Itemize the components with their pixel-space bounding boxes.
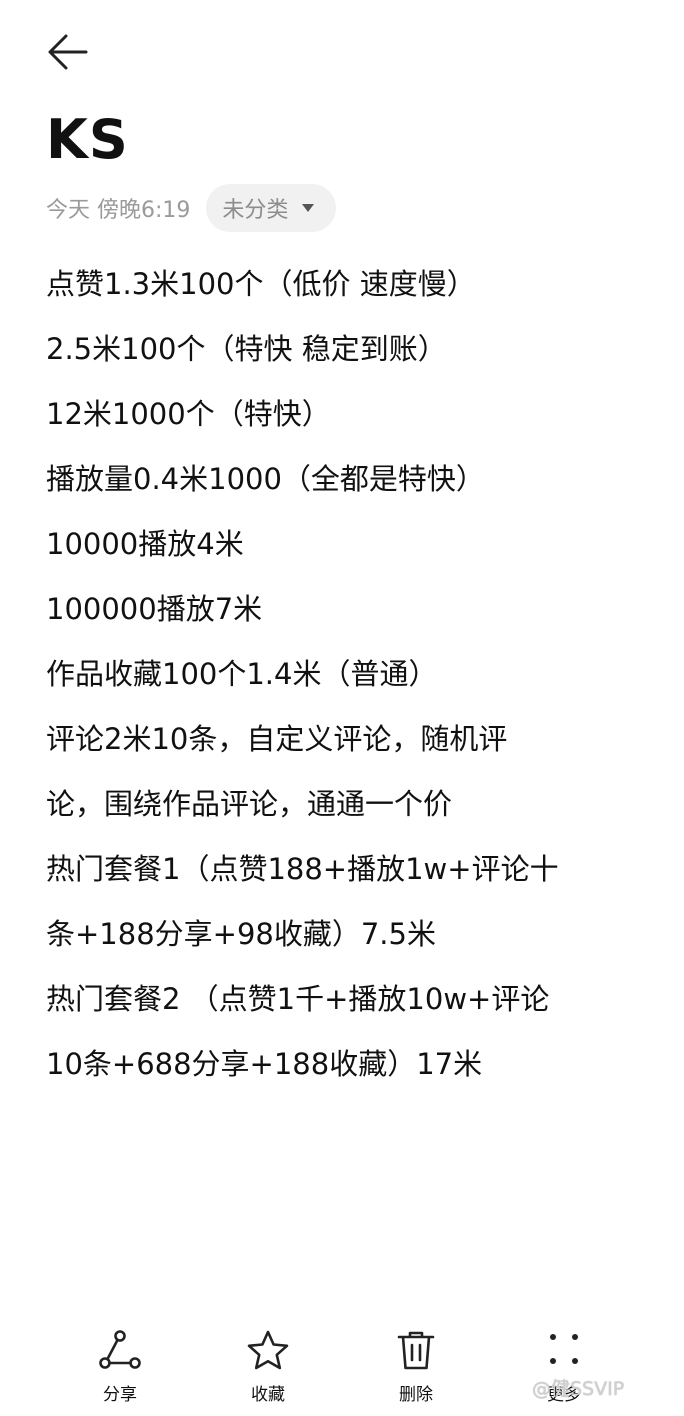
- note-line: 点赞1.3米100个（低价 速度慢）: [46, 267, 476, 301]
- delete-button[interactable]: 删除: [361, 1328, 471, 1408]
- star-icon: [247, 1330, 289, 1370]
- bottom-toolbar: 分享 收藏 删除 更多: [0, 1318, 684, 1416]
- note-line: 2.5米100个（特快 稳定到账）: [46, 332, 447, 366]
- arrow-left-icon: [48, 34, 88, 70]
- note-line: 100000播放7米: [46, 592, 263, 626]
- note-title: KS: [46, 108, 129, 171]
- note-line: 10000播放4米: [46, 527, 244, 561]
- watermark: @健SSVIP: [532, 1378, 625, 1400]
- chevron-down-icon: [302, 204, 315, 212]
- note-line: 热门套餐1（点赞188+播放1w+评论十: [46, 852, 559, 886]
- share-label: 分享: [103, 1385, 137, 1405]
- favorite-label: 收藏: [251, 1385, 285, 1405]
- share-icon: [99, 1330, 141, 1369]
- note-line: 评论2米10条，自定义评论，随机评: [46, 722, 508, 756]
- share-button[interactable]: 分享: [65, 1328, 175, 1408]
- note-line: 播放量0.4米1000（全都是特快）: [46, 462, 485, 496]
- note-body[interactable]: 点赞1.3米100个（低价 速度慢） 2.5米100个（特快 稳定到账） 12米…: [46, 252, 646, 1097]
- note-line: 论，围绕作品评论，通通一个价: [46, 787, 453, 821]
- note-line: 热门套餐2 （点赞1千+播放10w+评论: [46, 982, 550, 1016]
- category-label: 未分类: [222, 198, 289, 223]
- back-button[interactable]: [44, 30, 92, 74]
- favorite-button[interactable]: 收藏: [213, 1328, 323, 1408]
- delete-label: 删除: [399, 1385, 433, 1405]
- note-meta: 今天 傍晚6:19 未分类: [46, 184, 337, 232]
- note-line: 作品收藏100个1.4米（普通）: [46, 657, 438, 691]
- note-line: 10条+688分享+188收藏）17米: [46, 1047, 483, 1081]
- note-line: 12米1000个（特快）: [46, 397, 331, 431]
- note-date: 今天 傍晚6:19: [46, 198, 191, 223]
- category-dropdown[interactable]: 未分类: [206, 184, 337, 232]
- trash-icon: [397, 1331, 435, 1370]
- more-dots-icon: [550, 1334, 578, 1364]
- note-line: 条+188分享+98收藏）7.5米: [46, 917, 436, 951]
